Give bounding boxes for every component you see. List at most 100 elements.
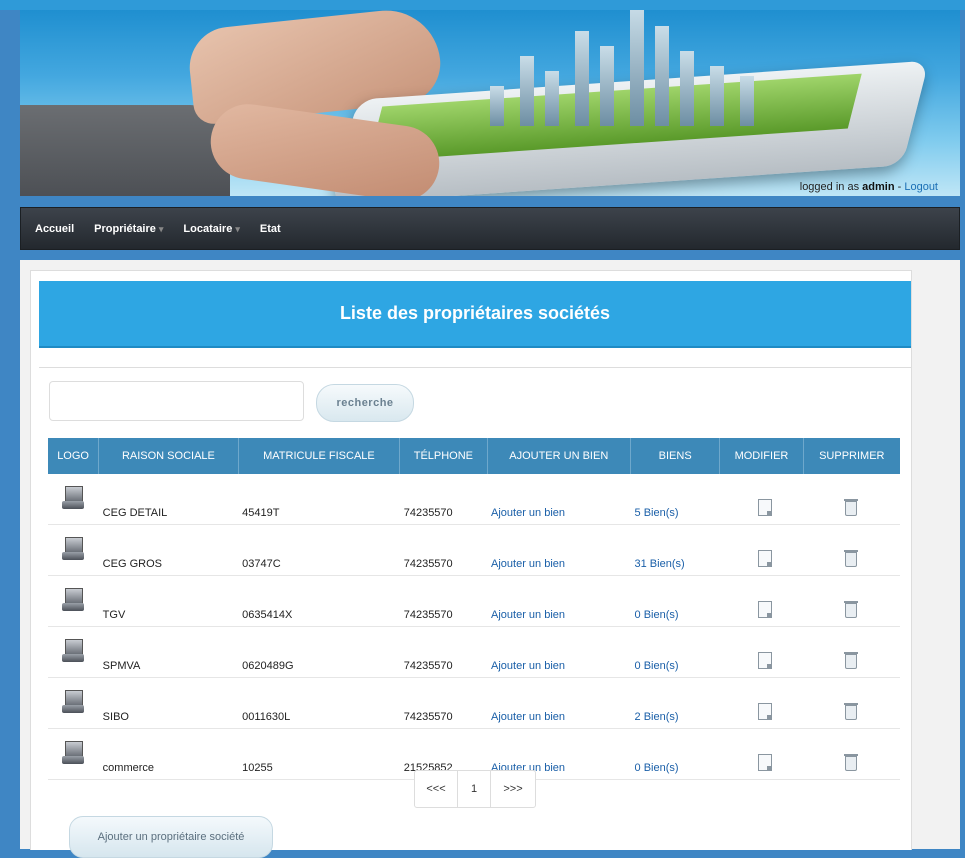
banner-building xyxy=(680,51,694,126)
add-property-link[interactable]: Ajouter un bien xyxy=(487,474,631,525)
table-row: CEG DETAIL 45419T 74235570 Ajouter un bi… xyxy=(48,474,900,525)
logout-link[interactable]: Logout xyxy=(904,181,938,193)
nav-item-etat[interactable]: Etat xyxy=(260,223,281,235)
edit-cell xyxy=(719,626,804,678)
computer-icon xyxy=(62,588,84,612)
computer-icon xyxy=(62,639,84,663)
properties-link[interactable]: 31 Bien(s) xyxy=(630,524,720,576)
tax-id: 0635414X xyxy=(238,575,400,627)
logo-cell xyxy=(48,728,99,780)
computer-icon xyxy=(62,690,84,714)
add-property-link[interactable]: Ajouter un bien xyxy=(487,524,631,576)
search-input[interactable] xyxy=(49,381,304,421)
chevron-down-icon: ▾ xyxy=(235,223,240,234)
delete-cell xyxy=(803,626,900,678)
add-property-link[interactable]: Ajouter un bien xyxy=(487,575,631,627)
trash-icon[interactable] xyxy=(844,550,859,567)
edit-cell xyxy=(719,728,804,780)
properties-link[interactable]: 2 Bien(s) xyxy=(630,677,720,729)
col-header: LOGO xyxy=(48,438,100,474)
col-header: SUPPRIMER xyxy=(803,438,900,474)
table-header-row: LOGO RAISON SOCIALE MATRICULE FISCALE TÉ… xyxy=(48,438,900,474)
header-banner: logged in as admin - Logout xyxy=(20,10,960,196)
banner-building xyxy=(490,86,504,126)
tax-id: 03747C xyxy=(238,524,400,576)
edit-icon[interactable] xyxy=(757,601,772,618)
owners-table: LOGO RAISON SOCIALE MATRICULE FISCALE TÉ… xyxy=(48,438,900,780)
add-property-link[interactable]: Ajouter un bien xyxy=(487,626,631,678)
pagination-next[interactable]: >>> xyxy=(491,771,535,807)
divider xyxy=(39,367,911,368)
edit-icon[interactable] xyxy=(757,754,772,771)
login-separator: - xyxy=(897,181,902,193)
company-name: SIBO xyxy=(98,677,239,729)
company-name: CEG DETAIL xyxy=(98,474,239,525)
logo-cell xyxy=(48,626,99,678)
banner-building xyxy=(655,26,669,126)
table-row: SIBO 0011630L 74235570 Ajouter un bien 2… xyxy=(48,677,900,729)
col-header: AJOUTER UN BIEN xyxy=(487,438,632,474)
edit-cell xyxy=(719,474,804,525)
add-company-owner-button[interactable]: Ajouter un propriétaire société xyxy=(69,816,273,858)
table-row: TGV 0635414X 74235570 Ajouter un bien 0 … xyxy=(48,575,900,627)
logo-cell xyxy=(48,677,99,729)
phone: 74235570 xyxy=(399,626,488,678)
banner-building xyxy=(630,10,644,126)
properties-link[interactable]: 5 Bien(s) xyxy=(630,474,720,525)
banner-building xyxy=(575,31,589,126)
logo-cell xyxy=(48,524,99,576)
col-header: MATRICULE FISCALE xyxy=(238,438,401,474)
banner-building xyxy=(740,76,754,126)
pagination-page-1[interactable]: 1 xyxy=(458,771,491,807)
pagination-prev[interactable]: <<< xyxy=(415,771,458,807)
delete-cell xyxy=(803,677,900,729)
banner-building xyxy=(520,56,534,126)
phone: 74235570 xyxy=(399,524,488,576)
phone: 74235570 xyxy=(399,575,488,627)
login-status: logged in as admin - Logout xyxy=(800,181,938,193)
trash-icon[interactable] xyxy=(844,499,859,516)
logo-cell xyxy=(48,474,99,525)
properties-link[interactable]: 0 Bien(s) xyxy=(630,575,720,627)
delete-cell xyxy=(803,575,900,627)
edit-icon[interactable] xyxy=(757,499,772,516)
table-row: SPMVA 0620489G 74235570 Ajouter un bien … xyxy=(48,626,900,678)
computer-icon xyxy=(62,741,84,765)
banner-building xyxy=(545,71,559,126)
search-button[interactable]: recherche xyxy=(316,384,414,422)
edit-cell xyxy=(719,677,804,729)
computer-icon xyxy=(62,537,84,561)
chevron-down-icon: ▾ xyxy=(158,223,164,234)
trash-icon[interactable] xyxy=(844,601,859,618)
col-header: TÉLPHONE xyxy=(399,438,488,474)
edit-cell xyxy=(719,524,804,576)
trash-icon[interactable] xyxy=(844,652,859,669)
tax-id: 45419T xyxy=(238,474,400,525)
tax-id: 10255 xyxy=(238,728,400,780)
edit-icon[interactable] xyxy=(757,652,772,669)
col-header: BIENS xyxy=(630,438,721,474)
trash-icon[interactable] xyxy=(844,703,859,720)
logo-cell xyxy=(48,575,99,627)
edit-icon[interactable] xyxy=(757,703,772,720)
content-panel: Liste des propriétaires sociétés recherc… xyxy=(30,270,912,858)
col-header: MODIFIER xyxy=(719,438,804,474)
trash-icon[interactable] xyxy=(844,754,859,771)
edit-icon[interactable] xyxy=(757,550,772,567)
phone: 74235570 xyxy=(399,474,488,525)
nav-item-proprietaire[interactable]: Propriétaire ▾ xyxy=(94,223,163,235)
properties-link[interactable]: 0 Bien(s) xyxy=(630,626,720,678)
page-title: Liste des propriétaires sociétés xyxy=(39,281,911,348)
login-prefix: logged in as xyxy=(799,181,860,193)
top-border xyxy=(0,0,965,10)
banner-building xyxy=(600,46,614,126)
company-name: CEG GROS xyxy=(98,524,239,576)
delete-cell xyxy=(803,524,900,576)
company-name: commerce xyxy=(98,728,239,780)
banner-sleeve xyxy=(20,105,230,196)
properties-link[interactable]: 0 Bien(s) xyxy=(630,728,720,780)
nav-item-accueil[interactable]: Accueil xyxy=(35,223,74,235)
add-property-link[interactable]: Ajouter un bien xyxy=(487,677,631,729)
delete-cell xyxy=(803,728,900,780)
nav-item-locataire[interactable]: Locataire ▾ xyxy=(183,223,239,235)
